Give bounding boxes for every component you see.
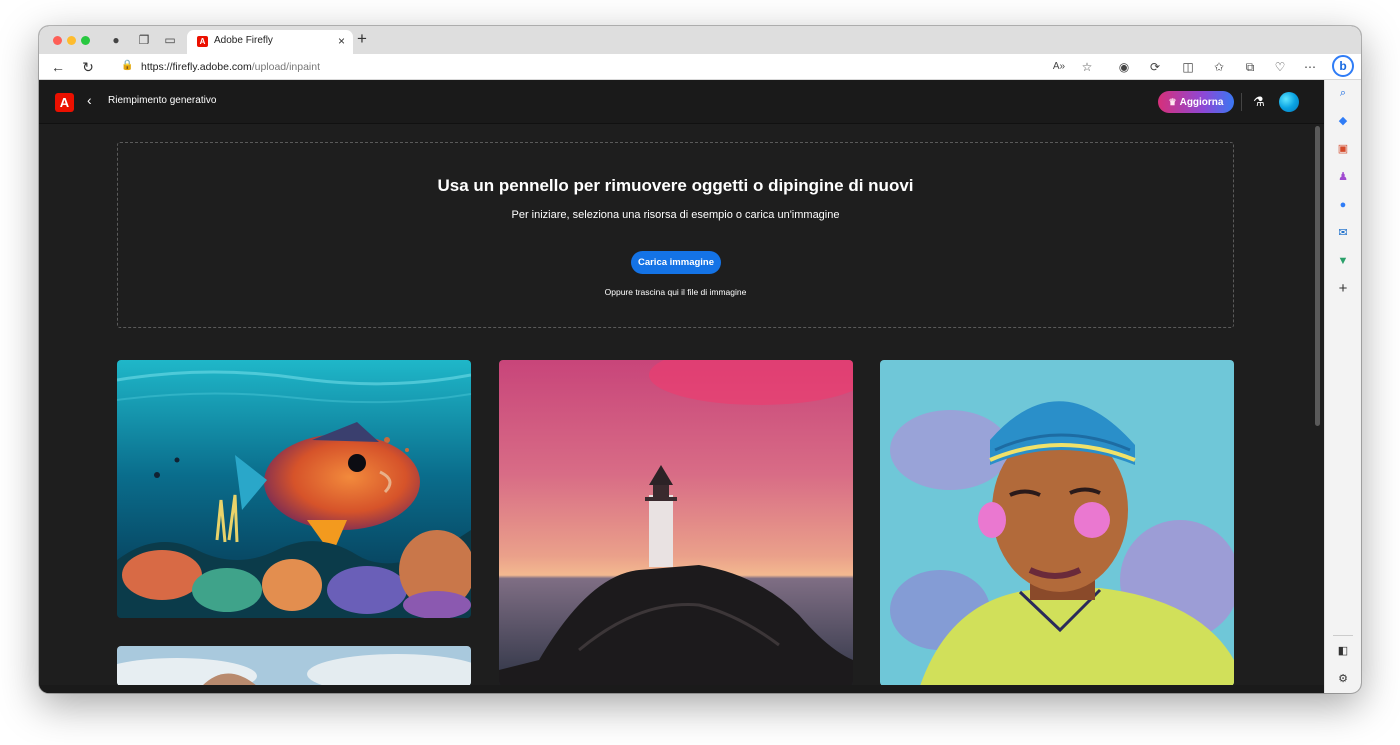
minimize-window-button[interactable]: [67, 36, 76, 45]
browser-window: ● ❐ ▭ A Adobe Firefly × + ← ↻ 🔒 https://…: [39, 26, 1361, 693]
maximize-window-button[interactable]: [81, 36, 90, 45]
upload-dropzone[interactable]: Usa un pennello per rimuovere oggetti o …: [117, 142, 1234, 328]
scrollbar-thumb[interactable]: [1315, 126, 1320, 426]
favorite-star-icon[interactable]: ☆: [1079, 59, 1095, 75]
tab-strip: ● ❐ ▭ A Adobe Firefly × +: [39, 26, 1361, 54]
header-divider: [1241, 93, 1242, 111]
sample-image-portrait[interactable]: [880, 360, 1234, 686]
office-icon[interactable]: ●: [1334, 196, 1352, 214]
more-options-icon[interactable]: ⋯: [1302, 59, 1318, 75]
hide-sidebar-icon[interactable]: ◧: [1334, 642, 1352, 660]
edge-sidebar: ⌕ ◆ ▣ ♟ ● ✉ ▼ + ◧ ⚙: [1324, 80, 1361, 693]
chevron-left-icon[interactable]: ‹: [87, 92, 92, 108]
browser-essentials-icon[interactable]: ♡: [1272, 59, 1288, 75]
split-screen-icon[interactable]: ◫: [1180, 59, 1196, 75]
tab-title: Adobe Firefly: [214, 35, 273, 46]
outlook-icon[interactable]: ✉: [1334, 224, 1352, 242]
sample-image-lighthouse[interactable]: [499, 360, 853, 686]
back-icon[interactable]: ←: [49, 58, 67, 76]
address-bar: ← ↻ 🔒 https://firefly.adobe.com/upload/i…: [39, 54, 1361, 80]
shopping-tag-icon[interactable]: ◆: [1334, 112, 1352, 130]
url-field[interactable]: 🔒 https://firefly.adobe.com/upload/inpai…: [111, 57, 1106, 77]
tab-actions-icon[interactable]: ▭: [163, 33, 177, 47]
sample-image-clouds[interactable]: [117, 646, 471, 686]
games-icon[interactable]: ♟: [1334, 168, 1352, 186]
dropzone-subheading: Per iniziare, seleziona una risorsa di e…: [511, 209, 840, 221]
favorites-icon[interactable]: ✩: [1211, 59, 1227, 75]
firefly-app: A ‹ Riempimento generativo ♛ Aggiorna ⚗ U…: [39, 80, 1324, 693]
new-tab-button[interactable]: +: [357, 29, 367, 49]
sample-image-underwater[interactable]: [117, 360, 471, 618]
bing-chat-icon[interactable]: b: [1332, 55, 1354, 77]
close-tab-icon[interactable]: ×: [338, 34, 345, 48]
app-header: A ‹ Riempimento generativo ♛ Aggiorna ⚗: [39, 80, 1324, 124]
collections-icon[interactable]: ⧉: [1242, 59, 1258, 75]
sidebar-divider: [1333, 635, 1353, 636]
upgrade-button[interactable]: ♛ Aggiorna: [1158, 91, 1234, 113]
extension-icon[interactable]: ◉: [1116, 59, 1132, 75]
adobe-favicon-icon: A: [197, 36, 208, 47]
read-aloud-icon[interactable]: A»: [1051, 59, 1067, 75]
tab-adobe-firefly[interactable]: A Adobe Firefly ×: [187, 30, 353, 54]
add-icon[interactable]: +: [1334, 280, 1352, 298]
upload-image-button[interactable]: Carica immagine: [631, 251, 721, 274]
app-bottom-bar: [39, 685, 1324, 693]
profile-icon[interactable]: ●: [109, 33, 123, 47]
crown-icon: ♛: [1168, 97, 1177, 107]
url-text[interactable]: https://firefly.adobe.com/upload/inpaint: [141, 61, 320, 73]
settings-gear-icon[interactable]: ⚙: [1334, 670, 1352, 688]
close-window-button[interactable]: [53, 36, 62, 45]
avatar[interactable]: [1279, 92, 1299, 112]
feature-title: Riempimento generativo: [108, 95, 217, 106]
refresh-icon[interactable]: ↻: [79, 58, 97, 76]
drop-icon[interactable]: ▼: [1334, 252, 1352, 270]
search-icon[interactable]: ⌕: [1334, 84, 1352, 102]
workspaces-icon[interactable]: ❐: [137, 33, 151, 47]
toolbox-icon[interactable]: ▣: [1334, 140, 1352, 158]
adobe-logo-icon[interactable]: A: [55, 93, 74, 112]
dropzone-heading: Usa un pennello per rimuovere oggetti o …: [437, 176, 914, 195]
lock-icon: 🔒: [121, 60, 134, 71]
beaker-icon[interactable]: ⚗: [1251, 92, 1267, 112]
refresh-extension-icon[interactable]: ⟳: [1147, 59, 1163, 75]
upgrade-label: Aggiorna: [1179, 97, 1224, 108]
drag-hint: Oppure trascina qui il file di immagine: [604, 287, 747, 297]
